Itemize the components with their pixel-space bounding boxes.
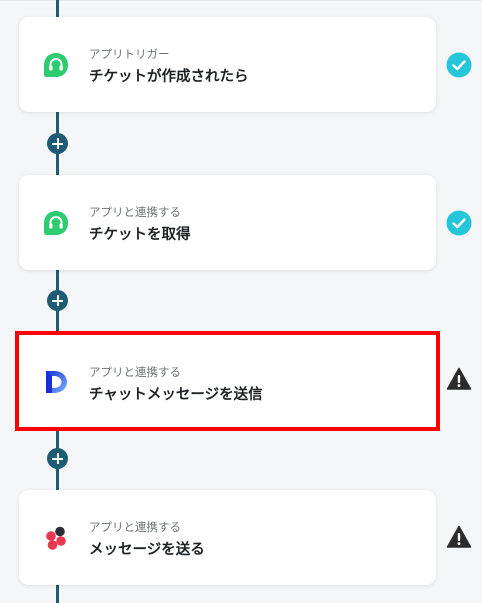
step-title: チャットメッセージを送信 [89,387,263,403]
step-title: チケットが作成されたら [89,69,249,85]
top-divider [0,0,482,1]
step-title: メッセージを送る [89,542,205,558]
add-step-button[interactable] [47,290,68,311]
check-circle-icon [446,210,472,236]
step-title: チケットを取得 [89,227,191,243]
warning-icon [446,525,472,548]
flow-step-card-get-ticket[interactable]: アプリと連携する チケットを取得 [19,175,436,270]
step-subtitle: アプリと連携する [89,365,181,379]
step-subtitle: アプリと連携する [89,205,181,219]
step-subtitle: アプリトリガー [89,47,170,61]
dialpad-logo-icon [46,371,67,393]
slack-like-logo-icon [46,526,66,550]
check-circle-icon [446,52,472,78]
warning-icon [446,367,472,390]
headset-icon [44,211,68,235]
add-step-button[interactable] [47,448,68,469]
step-subtitle: アプリと連携する [89,520,181,534]
flow-step-card-send-message[interactable]: アプリと連携する メッセージを送る [19,490,436,585]
flow-step-card-send-chat[interactable]: アプリと連携する チャットメッセージを送信 [15,331,440,431]
headset-icon [44,53,68,77]
flow-step-card-trigger[interactable]: アプリトリガー チケットが作成されたら [19,17,436,112]
add-step-button[interactable] [47,133,68,154]
